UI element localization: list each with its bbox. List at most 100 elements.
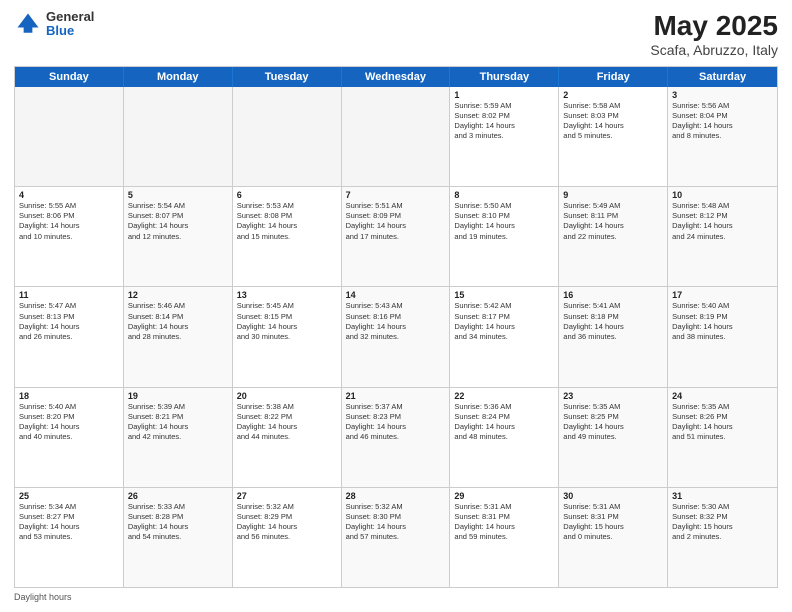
calendar-cell: 24Sunrise: 5:35 AM Sunset: 8:26 PM Dayli… <box>668 388 777 487</box>
title-block: May 2025 Scafa, Abruzzo, Italy <box>650 10 778 58</box>
calendar-cell: 29Sunrise: 5:31 AM Sunset: 8:31 PM Dayli… <box>450 488 559 587</box>
logo-blue-text: Blue <box>46 23 74 38</box>
cell-daylight-info: Sunrise: 5:31 AM Sunset: 8:31 PM Dayligh… <box>454 502 554 543</box>
day-number: 12 <box>128 290 228 300</box>
calendar-cell: 27Sunrise: 5:32 AM Sunset: 8:29 PM Dayli… <box>233 488 342 587</box>
day-number: 13 <box>237 290 337 300</box>
calendar-cell: 31Sunrise: 5:30 AM Sunset: 8:32 PM Dayli… <box>668 488 777 587</box>
calendar-cell: 6Sunrise: 5:53 AM Sunset: 8:08 PM Daylig… <box>233 187 342 286</box>
cell-daylight-info: Sunrise: 5:30 AM Sunset: 8:32 PM Dayligh… <box>672 502 773 543</box>
day-number: 8 <box>454 190 554 200</box>
day-number: 19 <box>128 391 228 401</box>
calendar-cell: 30Sunrise: 5:31 AM Sunset: 8:31 PM Dayli… <box>559 488 668 587</box>
day-number: 22 <box>454 391 554 401</box>
day-number: 15 <box>454 290 554 300</box>
cell-daylight-info: Sunrise: 5:45 AM Sunset: 8:15 PM Dayligh… <box>237 301 337 342</box>
day-number: 7 <box>346 190 446 200</box>
calendar-cell: 23Sunrise: 5:35 AM Sunset: 8:25 PM Dayli… <box>559 388 668 487</box>
day-number: 23 <box>563 391 663 401</box>
cell-daylight-info: Sunrise: 5:40 AM Sunset: 8:20 PM Dayligh… <box>19 402 119 443</box>
calendar-cell <box>124 87 233 186</box>
day-number: 9 <box>563 190 663 200</box>
calendar-cell: 14Sunrise: 5:43 AM Sunset: 8:16 PM Dayli… <box>342 287 451 386</box>
calendar-cell: 5Sunrise: 5:54 AM Sunset: 8:07 PM Daylig… <box>124 187 233 286</box>
calendar-cell <box>15 87 124 186</box>
cell-daylight-info: Sunrise: 5:58 AM Sunset: 8:03 PM Dayligh… <box>563 101 663 142</box>
day-number: 1 <box>454 90 554 100</box>
day-number: 4 <box>19 190 119 200</box>
day-number: 24 <box>672 391 773 401</box>
calendar-cell: 21Sunrise: 5:37 AM Sunset: 8:23 PM Dayli… <box>342 388 451 487</box>
calendar-cell: 12Sunrise: 5:46 AM Sunset: 8:14 PM Dayli… <box>124 287 233 386</box>
page: General Blue May 2025 Scafa, Abruzzo, It… <box>0 0 792 612</box>
cell-daylight-info: Sunrise: 5:49 AM Sunset: 8:11 PM Dayligh… <box>563 201 663 242</box>
cell-daylight-info: Sunrise: 5:31 AM Sunset: 8:31 PM Dayligh… <box>563 502 663 543</box>
cell-daylight-info: Sunrise: 5:37 AM Sunset: 8:23 PM Dayligh… <box>346 402 446 443</box>
day-number: 29 <box>454 491 554 501</box>
calendar-cell: 10Sunrise: 5:48 AM Sunset: 8:12 PM Dayli… <box>668 187 777 286</box>
cell-daylight-info: Sunrise: 5:53 AM Sunset: 8:08 PM Dayligh… <box>237 201 337 242</box>
calendar-row: 25Sunrise: 5:34 AM Sunset: 8:27 PM Dayli… <box>15 488 777 587</box>
calendar-cell: 15Sunrise: 5:42 AM Sunset: 8:17 PM Dayli… <box>450 287 559 386</box>
calendar-cell: 4Sunrise: 5:55 AM Sunset: 8:06 PM Daylig… <box>15 187 124 286</box>
calendar-header-day: Monday <box>124 67 233 87</box>
day-number: 27 <box>237 491 337 501</box>
day-number: 5 <box>128 190 228 200</box>
calendar-cell: 26Sunrise: 5:33 AM Sunset: 8:28 PM Dayli… <box>124 488 233 587</box>
cell-daylight-info: Sunrise: 5:43 AM Sunset: 8:16 PM Dayligh… <box>346 301 446 342</box>
calendar-header-day: Tuesday <box>233 67 342 87</box>
day-number: 14 <box>346 290 446 300</box>
calendar-cell: 28Sunrise: 5:32 AM Sunset: 8:30 PM Dayli… <box>342 488 451 587</box>
cell-daylight-info: Sunrise: 5:33 AM Sunset: 8:28 PM Dayligh… <box>128 502 228 543</box>
logo-icon <box>14 10 42 38</box>
day-number: 28 <box>346 491 446 501</box>
day-number: 18 <box>19 391 119 401</box>
logo-general-text: General <box>46 9 94 24</box>
calendar-cell: 7Sunrise: 5:51 AM Sunset: 8:09 PM Daylig… <box>342 187 451 286</box>
calendar-cell: 8Sunrise: 5:50 AM Sunset: 8:10 PM Daylig… <box>450 187 559 286</box>
calendar-cell: 2Sunrise: 5:58 AM Sunset: 8:03 PM Daylig… <box>559 87 668 186</box>
logo-text: General Blue <box>46 10 94 39</box>
calendar-cell <box>342 87 451 186</box>
cell-daylight-info: Sunrise: 5:36 AM Sunset: 8:24 PM Dayligh… <box>454 402 554 443</box>
cell-daylight-info: Sunrise: 5:38 AM Sunset: 8:22 PM Dayligh… <box>237 402 337 443</box>
calendar-header-day: Friday <box>559 67 668 87</box>
calendar-cell: 22Sunrise: 5:36 AM Sunset: 8:24 PM Dayli… <box>450 388 559 487</box>
cell-daylight-info: Sunrise: 5:59 AM Sunset: 8:02 PM Dayligh… <box>454 101 554 142</box>
cell-daylight-info: Sunrise: 5:42 AM Sunset: 8:17 PM Dayligh… <box>454 301 554 342</box>
cell-daylight-info: Sunrise: 5:55 AM Sunset: 8:06 PM Dayligh… <box>19 201 119 242</box>
day-number: 11 <box>19 290 119 300</box>
cell-daylight-info: Sunrise: 5:39 AM Sunset: 8:21 PM Dayligh… <box>128 402 228 443</box>
cell-daylight-info: Sunrise: 5:41 AM Sunset: 8:18 PM Dayligh… <box>563 301 663 342</box>
footer-note: Daylight hours <box>14 592 778 602</box>
calendar-cell: 19Sunrise: 5:39 AM Sunset: 8:21 PM Dayli… <box>124 388 233 487</box>
calendar: SundayMondayTuesdayWednesdayThursdayFrid… <box>14 66 778 588</box>
day-number: 10 <box>672 190 773 200</box>
day-number: 21 <box>346 391 446 401</box>
day-number: 31 <box>672 491 773 501</box>
header: General Blue May 2025 Scafa, Abruzzo, It… <box>14 10 778 58</box>
day-number: 3 <box>672 90 773 100</box>
day-number: 17 <box>672 290 773 300</box>
cell-daylight-info: Sunrise: 5:32 AM Sunset: 8:30 PM Dayligh… <box>346 502 446 543</box>
cell-daylight-info: Sunrise: 5:48 AM Sunset: 8:12 PM Dayligh… <box>672 201 773 242</box>
cell-daylight-info: Sunrise: 5:50 AM Sunset: 8:10 PM Dayligh… <box>454 201 554 242</box>
calendar-row: 18Sunrise: 5:40 AM Sunset: 8:20 PM Dayli… <box>15 388 777 488</box>
cell-daylight-info: Sunrise: 5:34 AM Sunset: 8:27 PM Dayligh… <box>19 502 119 543</box>
cell-daylight-info: Sunrise: 5:32 AM Sunset: 8:29 PM Dayligh… <box>237 502 337 543</box>
day-number: 2 <box>563 90 663 100</box>
calendar-cell: 3Sunrise: 5:56 AM Sunset: 8:04 PM Daylig… <box>668 87 777 186</box>
calendar-cell <box>233 87 342 186</box>
calendar-cell: 25Sunrise: 5:34 AM Sunset: 8:27 PM Dayli… <box>15 488 124 587</box>
title-month: May 2025 <box>650 10 778 42</box>
cell-daylight-info: Sunrise: 5:40 AM Sunset: 8:19 PM Dayligh… <box>672 301 773 342</box>
calendar-cell: 1Sunrise: 5:59 AM Sunset: 8:02 PM Daylig… <box>450 87 559 186</box>
footer-text: Daylight hours <box>14 592 72 602</box>
cell-daylight-info: Sunrise: 5:35 AM Sunset: 8:26 PM Dayligh… <box>672 402 773 443</box>
calendar-row: 11Sunrise: 5:47 AM Sunset: 8:13 PM Dayli… <box>15 287 777 387</box>
logo: General Blue <box>14 10 94 39</box>
calendar-cell: 20Sunrise: 5:38 AM Sunset: 8:22 PM Dayli… <box>233 388 342 487</box>
calendar-header: SundayMondayTuesdayWednesdayThursdayFrid… <box>15 67 777 87</box>
day-number: 25 <box>19 491 119 501</box>
calendar-row: 1Sunrise: 5:59 AM Sunset: 8:02 PM Daylig… <box>15 87 777 187</box>
